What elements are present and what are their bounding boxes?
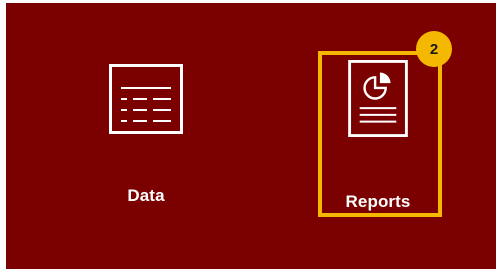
data-tile-label: Data <box>127 186 165 205</box>
reports-tile[interactable]: Reports <box>320 52 436 212</box>
data-tile[interactable]: Data <box>96 60 196 216</box>
step-number-badge: 2 <box>416 31 452 67</box>
reports-tile-label: Reports <box>345 192 411 211</box>
table-list-icon <box>109 64 183 134</box>
report-pie-chart-icon <box>348 60 408 137</box>
